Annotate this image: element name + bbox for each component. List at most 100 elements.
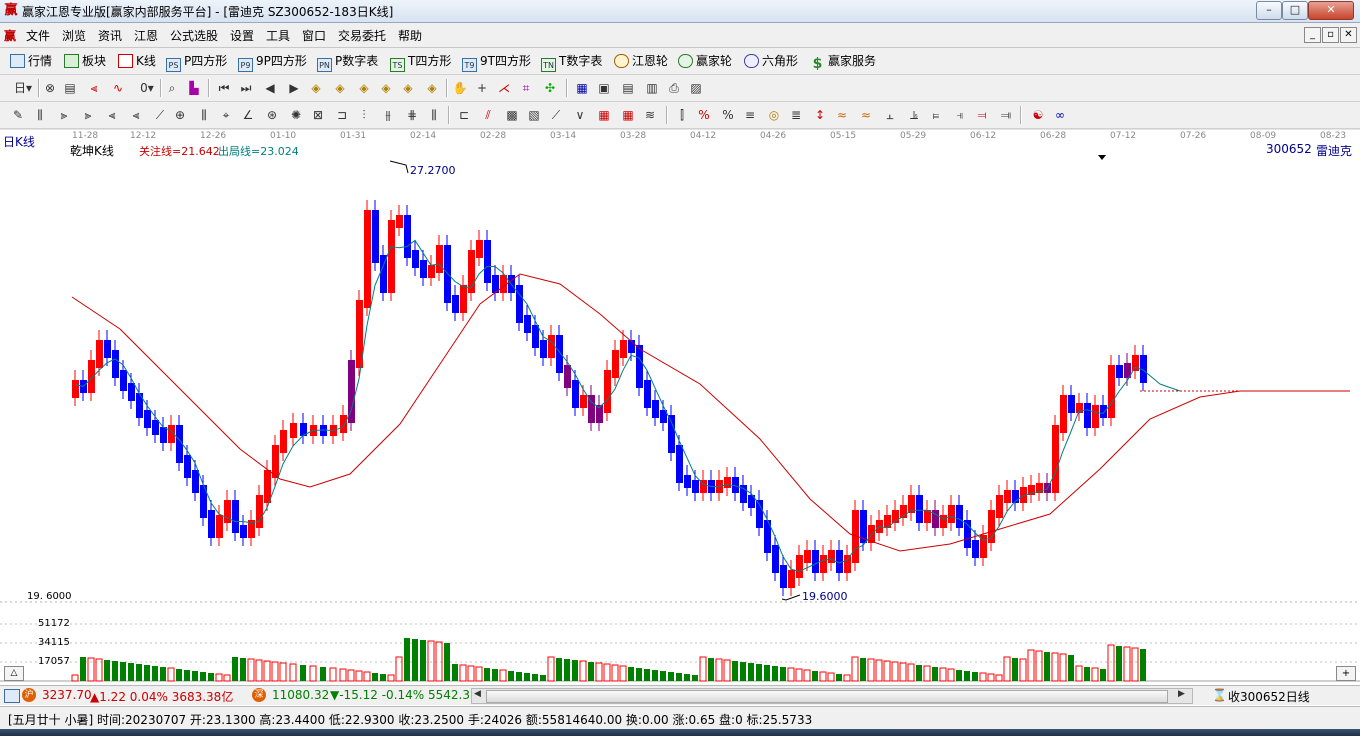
p-number-table-button[interactable]: PN P数字表 [317,52,378,72]
list-icon[interactable]: ▤ [620,80,636,96]
grid-lines-icon[interactable]: ⫼ [32,107,48,123]
step5-icon[interactable]: ⫤ [974,107,990,123]
target-icon[interactable]: ⊛ [264,107,280,123]
pen-icon[interactable]: ✎ [10,107,26,123]
fan-icon[interactable]: ⟋ [152,107,168,123]
menu-help[interactable]: 帮助 [398,27,422,44]
infinity-icon[interactable]: ∞ [1052,107,1068,123]
bracket-icon[interactable]: ⊐ [334,107,350,123]
fork4-icon[interactable]: ⫷ [128,107,144,123]
wave2-icon[interactable]: ≈ [834,107,850,123]
winner-wheel-button[interactable]: 赢家轮 [678,52,732,70]
bar-chart-icon[interactable]: ⫷ [86,80,102,96]
menu-formula[interactable]: 公式选股 [170,27,218,44]
disk-icon[interactable]: ▥ [644,80,660,96]
channel-icon[interactable]: ⫽ [480,107,496,123]
vshape-icon[interactable]: ∨ [572,107,588,123]
box-icon[interactable]: ⊏ [456,107,472,123]
table-red-icon[interactable]: ▦ [596,107,612,123]
maximize-button[interactable]: □ [1282,1,1308,20]
collapse-up-icon[interactable]: △ [4,666,24,681]
comb2-icon[interactable]: ⫵ [380,107,396,123]
diamond-right-icon[interactable]: ◈ [424,80,440,96]
diamond-in-icon[interactable]: ◈ [356,80,372,96]
scroll-right-arrow-icon[interactable]: ▶ [1178,689,1185,699]
first-page-icon[interactable]: ⏮ [216,80,232,96]
table-red2-icon[interactable]: ▦ [620,107,636,123]
p-square-button[interactable]: PS P四方形 [166,52,227,72]
menu-info[interactable]: 资讯 [98,27,122,44]
close-button[interactable]: ✕ [1308,1,1354,20]
menu-tools[interactable]: 工具 [266,27,290,44]
level2-icon[interactable]: ≣ [788,107,804,123]
step4-icon[interactable]: ⫣ [952,107,968,123]
save-icon[interactable]: ▣ [596,80,612,96]
menu-settings[interactable]: 设置 [230,27,254,44]
diamond-down-icon[interactable]: ◈ [332,80,348,96]
menu-browse[interactable]: 浏览 [62,27,86,44]
analysis-tool-icon[interactable]: ⊗ [42,80,58,96]
diamond-left-icon[interactable]: ◈ [400,80,416,96]
gann-wheel-button[interactable]: 江恩轮 [614,52,668,70]
sectors-button[interactable]: 板块 [64,52,106,70]
menu-gann[interactable]: 江恩 [134,27,158,44]
wave3-icon[interactable]: ≈ [858,107,874,123]
scroll-right-icon[interactable]: ▶ [286,80,302,96]
slope-icon[interactable]: ⟋ [548,107,564,123]
minimize-button[interactable]: – [1256,1,1282,20]
step3-icon[interactable]: ⫢ [928,107,944,123]
spiral-icon[interactable]: ✺ [288,107,304,123]
ruler-icon[interactable]: ⫿ [674,107,690,123]
mesh-icon[interactable]: ⊠ [310,107,326,123]
last-page-icon[interactable]: ⏭ [238,80,254,96]
diamond-out-icon[interactable]: ◈ [378,80,394,96]
menu-file[interactable]: 文件 [26,27,50,44]
calendar-icon[interactable]: ▦ [574,80,590,96]
mdi-close-button[interactable]: ✕ [1340,27,1357,43]
fence-icon[interactable]: ⫼ [426,107,442,123]
wave-icon[interactable]: ∿ [110,80,126,96]
diamond-up-icon[interactable]: ◈ [308,80,324,96]
crosshair-icon[interactable]: + [474,80,490,96]
report-tool-icon[interactable]: ▤ [62,80,78,96]
hash-icon[interactable]: ⋕ [404,107,420,123]
circle-grid-icon[interactable]: ⊕ [172,107,188,123]
angle-icon[interactable]: ∠ [240,107,256,123]
scroll-left-arrow-icon[interactable]: ◀ [474,689,481,699]
number-dropdown-icon[interactable]: 0▾ [136,80,158,96]
fork-icon[interactable]: ⫸ [56,107,72,123]
9t-square-button[interactable]: T9 9T四方形 [462,52,531,72]
cross-icon[interactable]: ⌖ [218,107,234,123]
t-square-button[interactable]: TS T四方形 [390,52,451,72]
winner-service-button[interactable]: $ 赢家服务 [810,52,876,71]
t-number-table-button[interactable]: TN T数字表 [541,52,602,72]
hexagon-button[interactable]: 六角形 [744,52,798,70]
expand-icon[interactable]: + [1336,666,1356,681]
yin-yang-icon[interactable]: ☯ [1030,107,1046,123]
coin-icon[interactable]: ◎ [766,107,782,123]
horizontal-scrollbar[interactable]: ◀ ▶ [471,688,1193,704]
comb-icon[interactable]: ⫶ [356,107,372,123]
arrow-chart-icon[interactable]: ↕ [812,107,828,123]
trend-icon[interactable]: ⋌ [496,80,512,96]
mdi-restore-button[interactable]: ▫ [1322,27,1339,43]
chart-panel[interactable]: 日K线 乾坤K线 关注线=21.642 出局线=23.024 300652 雷迪… [0,129,1360,684]
network-icon[interactable]: ✣ [542,80,558,96]
shape-icon[interactable]: ⌗ [518,80,534,96]
mdi-minimize-button[interactable]: _ [1304,27,1321,43]
scroll-left-icon[interactable]: ◀ [262,80,278,96]
hatch-icon[interactable]: ▧ [526,107,542,123]
menu-trade[interactable]: 交易委托 [338,27,386,44]
fork2-icon[interactable]: ⫸ [80,107,96,123]
level-icon[interactable]: ≡ [742,107,758,123]
export-icon[interactable]: ▨ [688,80,704,96]
scrollbar-thumb[interactable] [486,690,1168,703]
bars-icon[interactable]: ⫼ [196,107,212,123]
step-icon[interactable]: ⫠ [882,107,898,123]
kline-button[interactable]: K线 [118,52,156,70]
step6-icon[interactable]: ⫥ [998,107,1014,123]
9p-square-button[interactable]: P9 9P四方形 [238,52,307,72]
period-dropdown-icon[interactable]: 日▾ [12,80,34,96]
quotes-button[interactable]: 行情 [10,52,52,70]
percent-icon[interactable]: % [720,107,736,123]
